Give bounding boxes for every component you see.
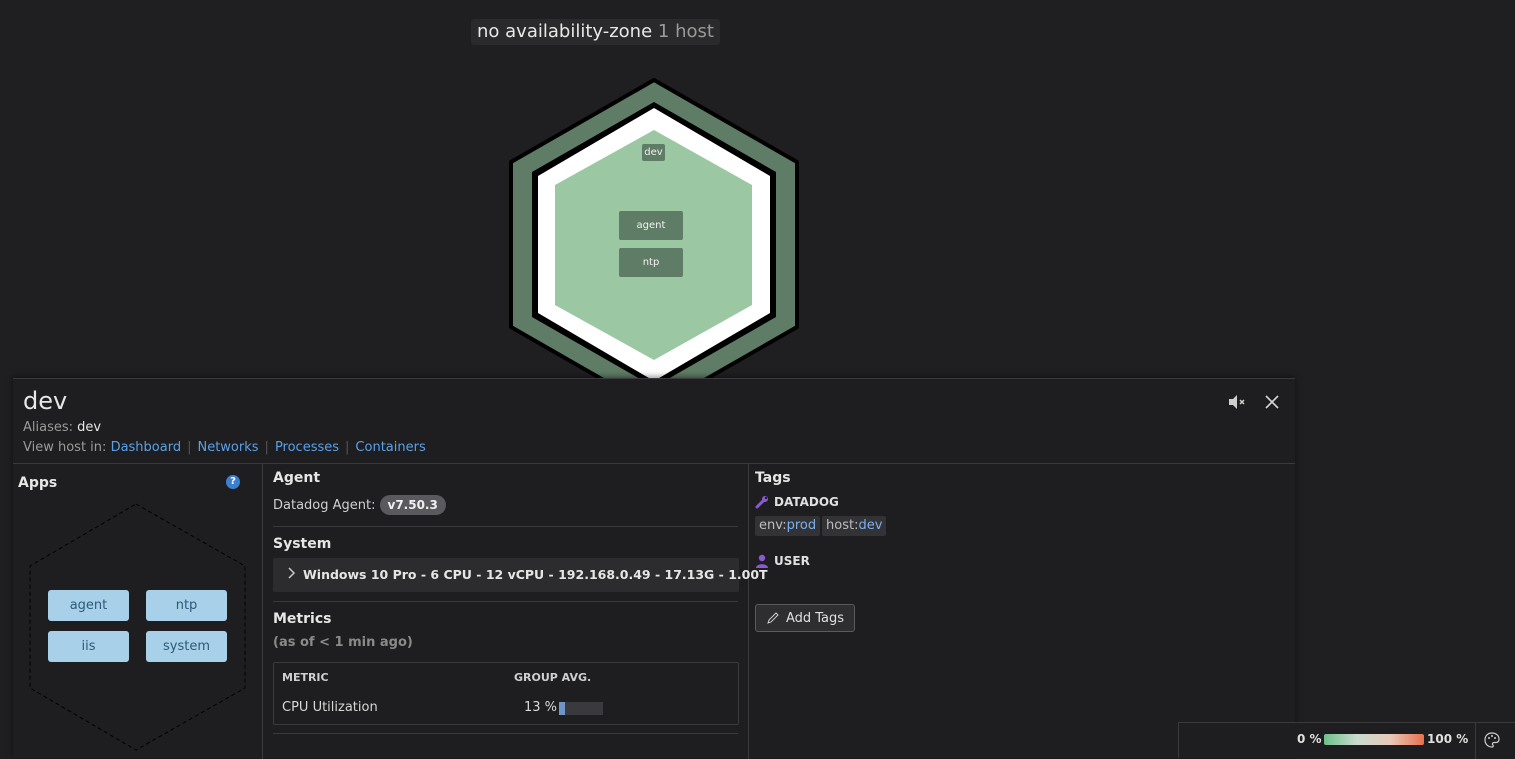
tag-host-dev[interactable]: host:dev xyxy=(822,516,887,536)
link-processes[interactable]: Processes xyxy=(275,440,339,455)
metric-bar-fill xyxy=(559,702,565,715)
close-icon[interactable] xyxy=(1261,391,1283,413)
color-legend: 0 % 100 % xyxy=(1178,722,1515,759)
agent-title: Agent xyxy=(273,470,321,486)
hex-app-agent[interactable]: agent xyxy=(619,211,683,240)
tag-key: host: xyxy=(826,518,859,533)
tags-title: Tags xyxy=(755,470,791,486)
apps-hexagon-outline xyxy=(29,503,246,751)
metric-bar xyxy=(559,702,603,715)
system-summary-row[interactable]: Windows 10 Pro - 6 CPU - 12 vCPU - 192.1… xyxy=(273,558,768,592)
app-agent[interactable]: agent xyxy=(48,590,129,621)
datadog-tags-label: DATADOG xyxy=(774,495,839,509)
mute-icon[interactable] xyxy=(1226,391,1248,413)
agent-version-badge: v7.50.3 xyxy=(379,495,446,515)
aliases: Aliases: dev xyxy=(23,420,101,435)
link-containers[interactable]: Containers xyxy=(355,440,425,455)
legend-gradient xyxy=(1324,734,1424,745)
user-tag-group: USER xyxy=(755,554,810,568)
divider xyxy=(273,733,738,734)
group-name: no availability-zone xyxy=(477,21,653,42)
view-in-label: View host in: xyxy=(23,440,107,455)
link-dashboard[interactable]: Dashboard xyxy=(111,440,182,455)
aliases-label: Aliases: xyxy=(23,420,74,435)
apps-title: Apps xyxy=(18,475,58,491)
metrics-title: Metrics xyxy=(273,611,332,627)
aliases-value: dev xyxy=(77,420,102,435)
metric-header: METRIC xyxy=(282,671,329,684)
tag-value: prod xyxy=(786,518,817,533)
legend-max: 100 % xyxy=(1427,732,1469,746)
agent-version-line: Datadog Agent: v7.50.3 xyxy=(273,495,739,515)
agent-label: Datadog Agent: xyxy=(273,497,376,513)
view-host-in: View host in: Dashboard | Networks | Process… xyxy=(23,440,426,455)
pencil-icon xyxy=(767,612,779,624)
app-system[interactable]: system xyxy=(146,631,227,662)
hex-host-label: dev xyxy=(642,144,665,161)
agent-column: Agent Datadog Agent: v7.50.3 System Wind… xyxy=(264,464,768,759)
apps-column: Apps ? agent ntp iis system xyxy=(13,464,263,759)
wrench-icon xyxy=(755,496,768,509)
metric-value: 13 % xyxy=(524,700,558,715)
metrics-table: METRIC GROUP AVG. CPU Utilization 13 % xyxy=(273,662,739,725)
palette-icon[interactable] xyxy=(1483,731,1501,749)
help-icon[interactable]: ? xyxy=(226,475,240,489)
datadog-tag-group: DATADOG xyxy=(755,495,839,509)
user-tags-label: USER xyxy=(774,554,810,568)
host-detail-panel: dev Aliases: dev View host in: Dashboard… xyxy=(13,378,1295,759)
group-title: no availability-zone 1 host xyxy=(471,19,720,45)
link-networks[interactable]: Networks xyxy=(197,440,258,455)
tag-key: env: xyxy=(759,518,787,533)
host-map-canvas: no availability-zone 1 host dev agent nt… xyxy=(0,0,1515,759)
tags-column: Tags DATADOG env:prod host:dev USER Add … xyxy=(750,464,1295,759)
system-title: System xyxy=(273,536,332,552)
hex-app-ntp[interactable]: ntp xyxy=(619,248,683,277)
metrics-subtitle: (as of < 1 min ago) xyxy=(273,635,413,650)
tag-value: dev xyxy=(858,518,883,533)
app-iis[interactable]: iis xyxy=(48,631,129,662)
metric-name[interactable]: CPU Utilization xyxy=(282,700,378,715)
system-summary: Windows 10 Pro - 6 CPU - 12 vCPU - 192.1… xyxy=(303,567,768,582)
add-tags-button[interactable]: Add Tags xyxy=(755,604,855,632)
add-tags-label: Add Tags xyxy=(785,610,845,626)
legend-divider xyxy=(1475,723,1476,759)
app-ntp[interactable]: ntp xyxy=(146,590,227,621)
legend-min: 0 % xyxy=(1297,732,1322,746)
user-icon xyxy=(756,554,768,568)
divider xyxy=(273,526,738,527)
group-host-count: 1 host xyxy=(657,21,714,42)
group-avg-header: GROUP AVG. xyxy=(514,671,592,684)
divider xyxy=(273,601,738,602)
tag-env-prod[interactable]: env:prod xyxy=(755,516,821,536)
host-name: dev xyxy=(23,387,68,415)
chevron-right-icon xyxy=(287,558,303,592)
